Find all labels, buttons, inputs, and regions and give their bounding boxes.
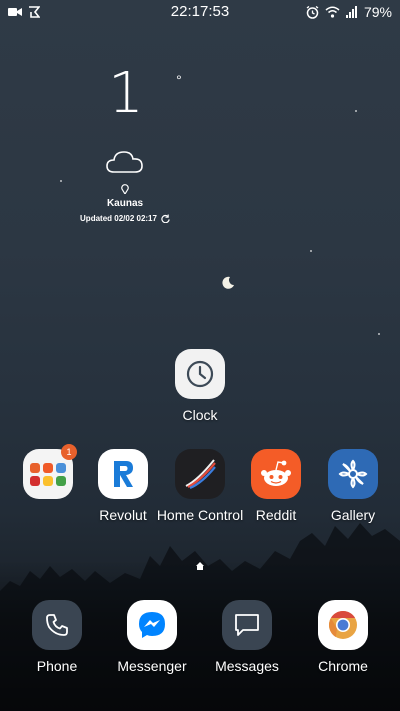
cloud-icon <box>106 151 143 173</box>
home-control-app-icon[interactable] <box>175 449 225 499</box>
messenger-icon <box>139 612 165 638</box>
dock-label-messenger: Messenger <box>117 658 187 674</box>
gallery-flower-icon <box>338 459 368 489</box>
messages-app-icon[interactable] <box>222 600 272 650</box>
dock-label-phone: Phone <box>36 658 78 674</box>
revolut-logo-icon <box>114 461 133 487</box>
gallery-app-icon[interactable] <box>328 449 378 499</box>
revolut-app-icon[interactable] <box>98 449 148 499</box>
message-bubble-icon <box>235 614 259 636</box>
folder-icon[interactable]: 1 <box>23 444 77 499</box>
phone-app-icon[interactable] <box>32 600 82 650</box>
weather-location: Kaunas <box>106 198 144 209</box>
folder-contents <box>30 462 66 486</box>
page-indicator[interactable] <box>0 562 400 573</box>
messenger-app-icon[interactable] <box>127 600 177 650</box>
home-control-logo-icon <box>185 459 216 490</box>
weather-updated-row: Updated 02/02 02:17 <box>70 214 180 223</box>
moon-icon <box>222 276 234 289</box>
dock-label-messages: Messages <box>215 658 279 674</box>
dock-label-chrome: Chrome <box>318 658 368 674</box>
app-label-gallery: Gallery <box>330 507 376 523</box>
app-gallery[interactable]: Gallery <box>308 449 398 524</box>
clock-app-icon[interactable] <box>175 349 225 399</box>
app-clock[interactable]: Clock <box>155 349 245 424</box>
dock-messages[interactable]: Messages <box>202 600 292 675</box>
dock-phone[interactable]: Phone <box>12 600 102 675</box>
location-pin-icon <box>121 184 129 194</box>
refresh-icon[interactable] <box>161 214 170 223</box>
clock-icon <box>186 360 214 388</box>
dock-messenger[interactable]: Messenger <box>107 600 197 675</box>
reddit-alien-icon <box>261 460 291 486</box>
temperature: 1 <box>108 61 144 126</box>
status-time: 22:17:53 <box>170 3 230 20</box>
dock-chrome[interactable]: Chrome <box>298 600 388 675</box>
status-bar: 22:17:53 79% <box>0 0 400 24</box>
app-label-clock: Clock <box>182 407 218 423</box>
phone-icon <box>46 614 68 636</box>
weather-widget[interactable]: 1 ° Kaunas Updated 02/02 02:17 <box>70 61 182 223</box>
notification-badge: 1 <box>61 444 77 460</box>
temperature-degree: ° <box>176 72 182 88</box>
chrome-app-icon[interactable] <box>318 600 368 650</box>
home-page-dot-icon <box>196 562 204 570</box>
weather-updated-time: Updated 02/02 02:17 <box>80 214 157 223</box>
chrome-icon <box>329 611 357 639</box>
reddit-app-icon[interactable] <box>251 449 301 499</box>
